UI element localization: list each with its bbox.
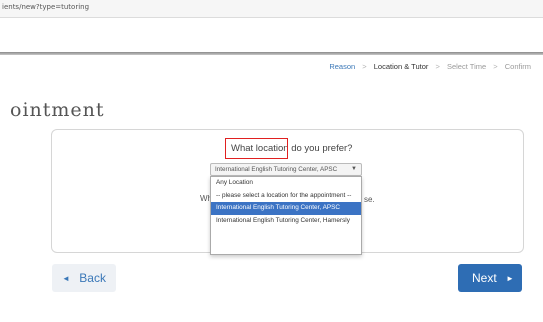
url-text: ients/new?type=tutoring [2,3,90,11]
highlight-box [225,138,288,159]
browser-address-bar[interactable]: ients/new?type=tutoring [0,0,543,18]
header-divider [0,52,543,55]
step-select-time: Select Time [446,62,487,71]
location-select[interactable]: International English Tutoring Center, A… [210,163,362,176]
step-separator: > [435,62,440,71]
location-option-any[interactable]: Any Location [211,177,361,190]
next-label: Next [472,271,497,285]
location-select-value: International English Tutoring Center, A… [215,166,338,173]
next-arrow-icon: ► [506,274,514,283]
location-option-hamersly[interactable]: International English Tutoring Center, H… [211,215,361,228]
location-option-apsc[interactable]: International English Tutoring Center, A… [211,202,361,215]
back-label: Back [79,271,106,285]
location-option-placeholder[interactable]: -- please select a location for the appo… [211,190,361,203]
step-location-tutor: Location & Tutor [373,62,429,71]
back-arrow-icon: ◄ [62,274,70,283]
progress-steps: Reason > Location & Tutor > Select Time … [329,62,531,71]
step-separator: > [493,62,498,71]
step-confirm: Confirm [504,62,531,71]
next-button[interactable]: Next ► [458,264,522,292]
caret-down-icon: ▼ [351,166,357,172]
page-title: ointment [10,98,105,121]
step-reason[interactable]: Reason [329,62,355,71]
back-button[interactable]: ◄ Back [52,264,116,292]
step-separator: > [362,62,367,71]
obscured-text-right: se. [364,195,375,204]
location-dropdown[interactable]: Any Location -- please select a location… [210,176,362,255]
